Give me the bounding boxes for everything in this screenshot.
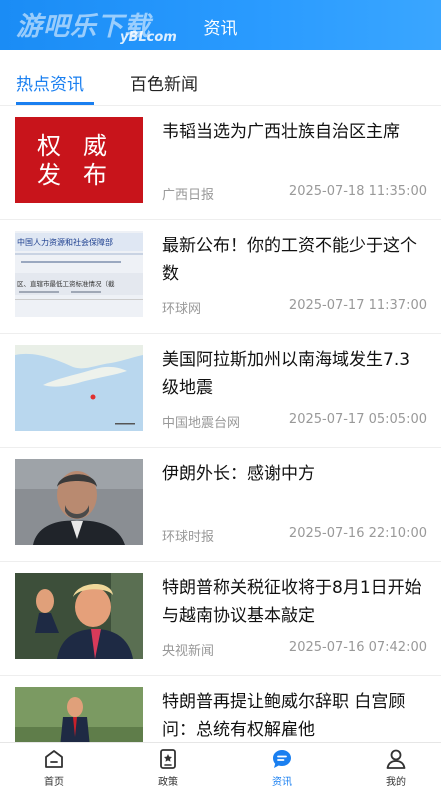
nav-home[interactable]: 首页 xyxy=(24,747,84,788)
tab-hot-news[interactable]: 热点资讯 xyxy=(16,70,84,95)
nav-label: 首页 xyxy=(44,777,64,788)
news-item[interactable]: 特朗普称关税征收将于8月1日开始 与越南协议基本敲定 央视新闻 2025-07-… xyxy=(0,562,441,676)
news-time: 2025-07-16 22:10:00 xyxy=(288,526,427,541)
news-chat-icon xyxy=(273,750,291,768)
thumb-char: 威 xyxy=(83,132,107,160)
news-thumbnail xyxy=(15,687,143,742)
news-source: 环球网 xyxy=(162,302,202,317)
news-title: 特朗普称关税征收将于8月1日开始 与越南协议基本敲定 xyxy=(162,578,422,626)
news-title: 最新公布！你的工资不能少于这个数 xyxy=(162,236,417,284)
thumb-text: 区、直辖市最低工资标准情况（截 xyxy=(17,279,115,288)
news-item[interactable]: 权 威 发 布 韦韬当选为广西壮族自治区主席 广西日报 2025-07-18 1… xyxy=(0,106,441,220)
news-thumbnail xyxy=(15,459,143,545)
news-item[interactable]: 中国人力资源和社会保障部 区、直辖市最低工资标准情况（截 最新公布！你的工资不能… xyxy=(0,220,441,334)
news-source: 中国地震台网 xyxy=(162,416,241,431)
tab-baise-news[interactable]: 百色新闻 xyxy=(130,70,198,95)
news-time: 2025-07-17 11:37:00 xyxy=(288,298,427,313)
nav-label: 政策 xyxy=(158,777,178,788)
news-time: 2025-07-17 05:05:00 xyxy=(288,412,427,427)
policy-icon xyxy=(160,749,176,769)
thumb-char: 权 xyxy=(37,132,61,160)
news-title: 美国阿拉斯加州以南海域发生7.3级地震 xyxy=(162,350,411,398)
news-source: 央视新闻 xyxy=(162,644,215,659)
news-time: 2025-07-18 11:35:00 xyxy=(288,184,427,199)
news-time: 2025-07-16 07:42:00 xyxy=(288,640,427,655)
news-item[interactable]: 美国阿拉斯加州以南海域发生7.3级地震 中国地震台网 2025-07-17 05… xyxy=(0,334,441,448)
news-thumbnail xyxy=(15,345,143,431)
category-tabs: 热点资讯 百色新闻 xyxy=(0,50,441,106)
nav-profile[interactable]: 我的 xyxy=(366,747,426,788)
profile-icon xyxy=(386,749,406,769)
news-item[interactable]: 特朗普再提让鲍威尔辞职 白宫顾问：总统有权解雇他 xyxy=(0,676,441,742)
home-icon xyxy=(45,750,63,768)
app-header: 游吧乐下载 yBLcom 资讯 xyxy=(0,0,441,50)
news-list: 权 威 发 布 韦韬当选为广西壮族自治区主席 广西日报 2025-07-18 1… xyxy=(0,106,441,742)
page-title: 资讯 xyxy=(203,19,238,39)
thumb-text: 中国人力资源和社会保障部 xyxy=(17,237,113,247)
nav-label: 资讯 xyxy=(272,777,292,788)
active-tab-indicator xyxy=(16,102,94,105)
nav-label: 我的 xyxy=(386,777,406,788)
news-title: 韦韬当选为广西壮族自治区主席 xyxy=(162,122,400,142)
news-title: 伊朗外长：感谢中方 xyxy=(162,464,315,484)
news-item[interactable]: 伊朗外长：感谢中方 环球时报 2025-07-16 22:10:00 xyxy=(0,448,441,562)
news-title: 特朗普再提让鲍威尔辞职 白宫顾问：总统有权解雇他 xyxy=(162,692,406,740)
news-source: 环球时报 xyxy=(162,530,215,545)
news-thumbnail xyxy=(15,573,143,659)
bottom-nav: 首页 政策 资讯 我的 xyxy=(0,742,441,789)
news-thumbnail: 权 威 发 布 xyxy=(15,117,143,203)
news-source: 广西日报 xyxy=(162,188,215,203)
nav-policy[interactable]: 政策 xyxy=(138,747,198,788)
thumb-char: 发 xyxy=(37,161,61,189)
thumb-char: 布 xyxy=(83,161,107,189)
nav-news[interactable]: 资讯 xyxy=(252,747,312,788)
news-thumbnail: 中国人力资源和社会保障部 区、直辖市最低工资标准情况（截 xyxy=(15,231,143,317)
